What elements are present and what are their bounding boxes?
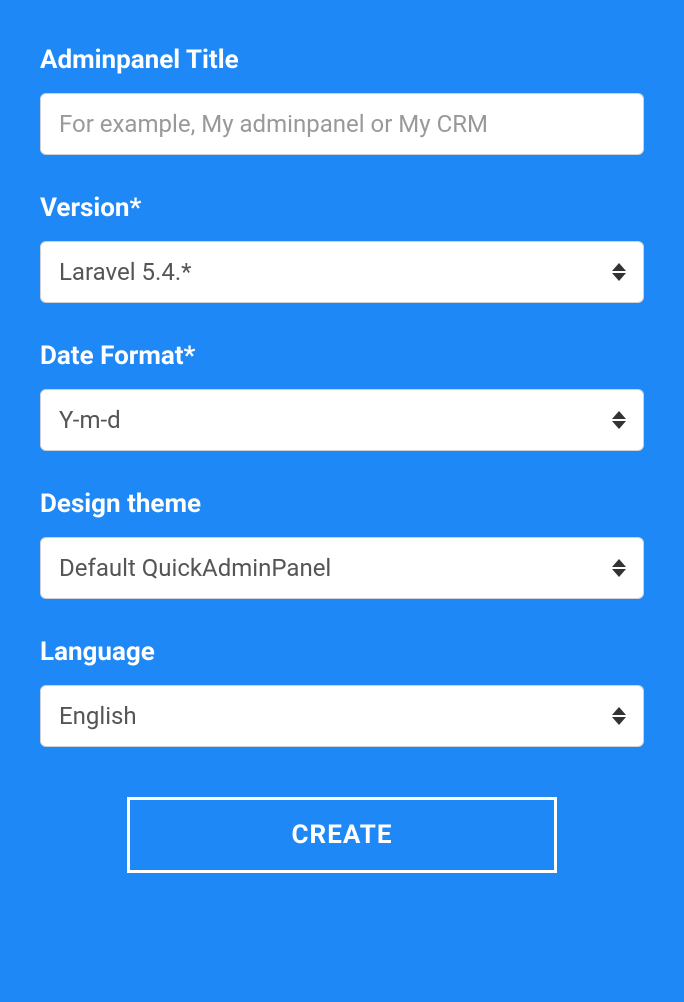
date-format-select-wrapper: Y-m-d [40,389,644,451]
language-form-group: Language English [40,637,644,747]
language-select-wrapper: English [40,685,644,747]
date-format-form-group: Date Format* Y-m-d [40,341,644,451]
date-format-select[interactable]: Y-m-d [40,389,644,451]
title-label: Adminpanel Title [40,45,644,75]
version-form-group: Version* Laravel 5.4.* [40,193,644,303]
date-format-label: Date Format* [40,341,644,371]
language-label: Language [40,637,644,667]
language-select[interactable]: English [40,685,644,747]
title-form-group: Adminpanel Title [40,45,644,155]
button-wrapper: CREATE [40,797,644,873]
title-input[interactable] [40,93,644,155]
design-theme-label: Design theme [40,489,644,519]
version-label: Version* [40,193,644,223]
version-select[interactable]: Laravel 5.4.* [40,241,644,303]
design-theme-form-group: Design theme Default QuickAdminPanel [40,489,644,599]
create-button[interactable]: CREATE [127,797,557,873]
version-select-wrapper: Laravel 5.4.* [40,241,644,303]
design-theme-select[interactable]: Default QuickAdminPanel [40,537,644,599]
design-theme-select-wrapper: Default QuickAdminPanel [40,537,644,599]
